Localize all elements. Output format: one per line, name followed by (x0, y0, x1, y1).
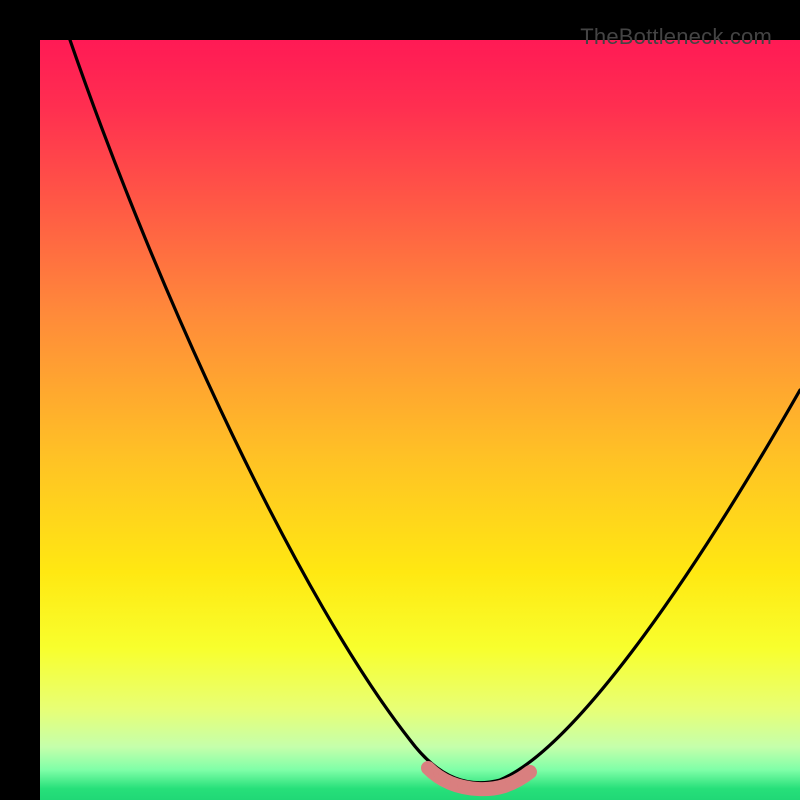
chart-frame: TheBottleneck.com (20, 20, 780, 780)
bottleneck-curve (70, 40, 800, 783)
plot-area (40, 40, 800, 800)
curve-layer (40, 40, 800, 800)
watermark-text: TheBottleneck.com (580, 24, 772, 50)
